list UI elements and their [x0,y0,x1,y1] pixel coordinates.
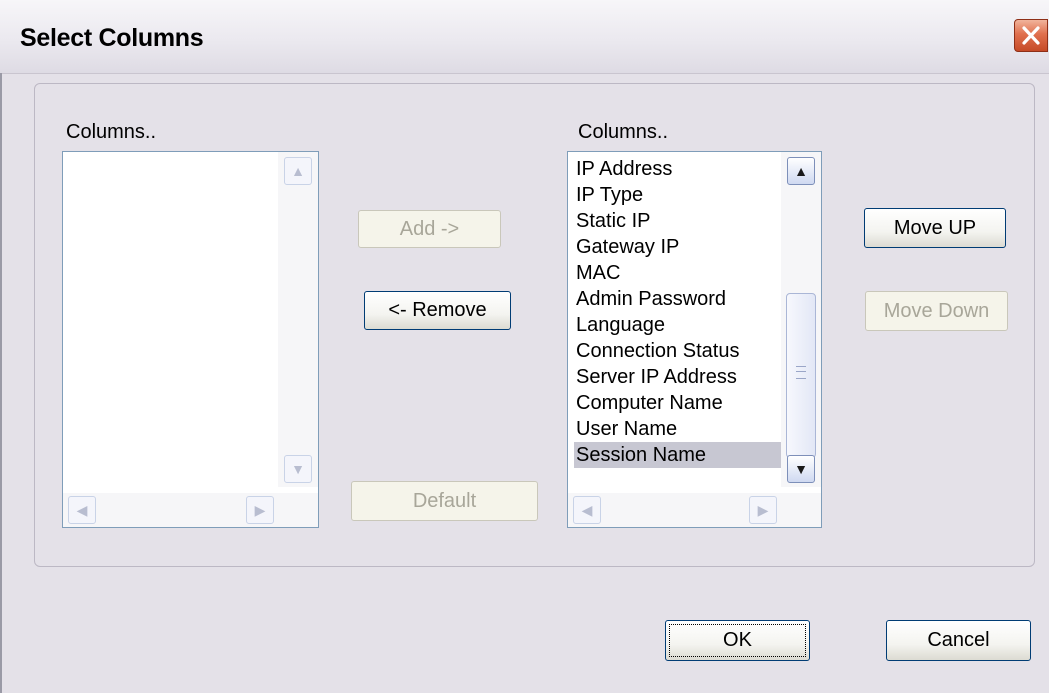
scroll-left-button[interactable]: ◀ [68,496,96,524]
add-button[interactable]: Add -> [358,210,501,248]
ok-button[interactable]: OK [665,620,810,661]
scroll-right-button[interactable]: ▶ [749,496,777,524]
scroll-up-button[interactable]: ▲ [284,157,312,185]
selected-columns-list[interactable]: IP Address IP Type Static IP Gateway IP MAC A… [567,151,822,528]
list-item[interactable]: MAC [574,260,782,286]
list-item[interactable]: Server IP Address [574,364,782,390]
window-left-border [0,73,2,693]
arrow-right-icon: ▶ [757,501,769,518]
list-item[interactable]: Admin Password [574,286,782,312]
remove-button[interactable]: <- Remove [364,291,511,330]
arrow-left-icon: ◀ [581,501,593,518]
list-item[interactable]: User Name [574,416,782,442]
title-bar[interactable]: Select Columns [0,0,1049,74]
vertical-scrollbar[interactable]: ▲ ▼ [278,152,318,487]
arrow-right-icon: ▶ [254,501,266,518]
list-item[interactable]: IP Type [574,182,782,208]
selected-columns-items: IP Address IP Type Static IP Gateway IP MAC A… [574,156,782,468]
close-button[interactable] [1014,19,1048,52]
move-up-button[interactable]: Move UP [864,208,1006,248]
grip-icon [796,366,806,379]
cancel-button[interactable]: Cancel [886,620,1031,661]
scroll-down-button[interactable]: ▼ [284,455,312,483]
scroll-right-button[interactable]: ▶ [246,496,274,524]
arrow-down-icon: ▼ [291,461,305,477]
arrow-up-icon: ▲ [794,163,808,179]
list-item[interactable]: Gateway IP [574,234,782,260]
arrow-left-icon: ◀ [76,501,88,518]
available-columns-list[interactable]: ▲ ▼ ◀ ▶ [62,151,319,528]
scroll-left-button[interactable]: ◀ [573,496,601,524]
vertical-scrollbar[interactable]: ▲ ▼ [781,152,821,487]
scroll-up-button[interactable]: ▲ [787,157,815,185]
arrow-up-icon: ▲ [291,163,305,179]
scrollbar-corner [278,493,318,527]
move-down-button[interactable]: Move Down [865,291,1008,331]
selected-columns-label: Columns.. [578,121,669,143]
list-item[interactable]: Language [574,312,782,338]
scroll-thumb[interactable] [786,293,816,458]
default-button[interactable]: Default [351,481,538,521]
close-icon [1022,26,1040,45]
list-item[interactable]: Computer Name [574,390,782,416]
list-item[interactable]: Connection Status [574,338,782,364]
horizontal-scrollbar[interactable]: ◀ ▶ [568,493,781,527]
list-item[interactable]: Session Name [574,442,782,468]
window-title: Select Columns [20,24,204,52]
available-columns-label: Columns.. [66,121,157,143]
scrollbar-corner [781,493,821,527]
scroll-down-button[interactable]: ▼ [787,455,815,483]
arrow-down-icon: ▼ [794,461,808,477]
list-item[interactable]: IP Address [574,156,782,182]
horizontal-scrollbar[interactable]: ◀ ▶ [63,493,278,527]
list-item[interactable]: Static IP [574,208,782,234]
